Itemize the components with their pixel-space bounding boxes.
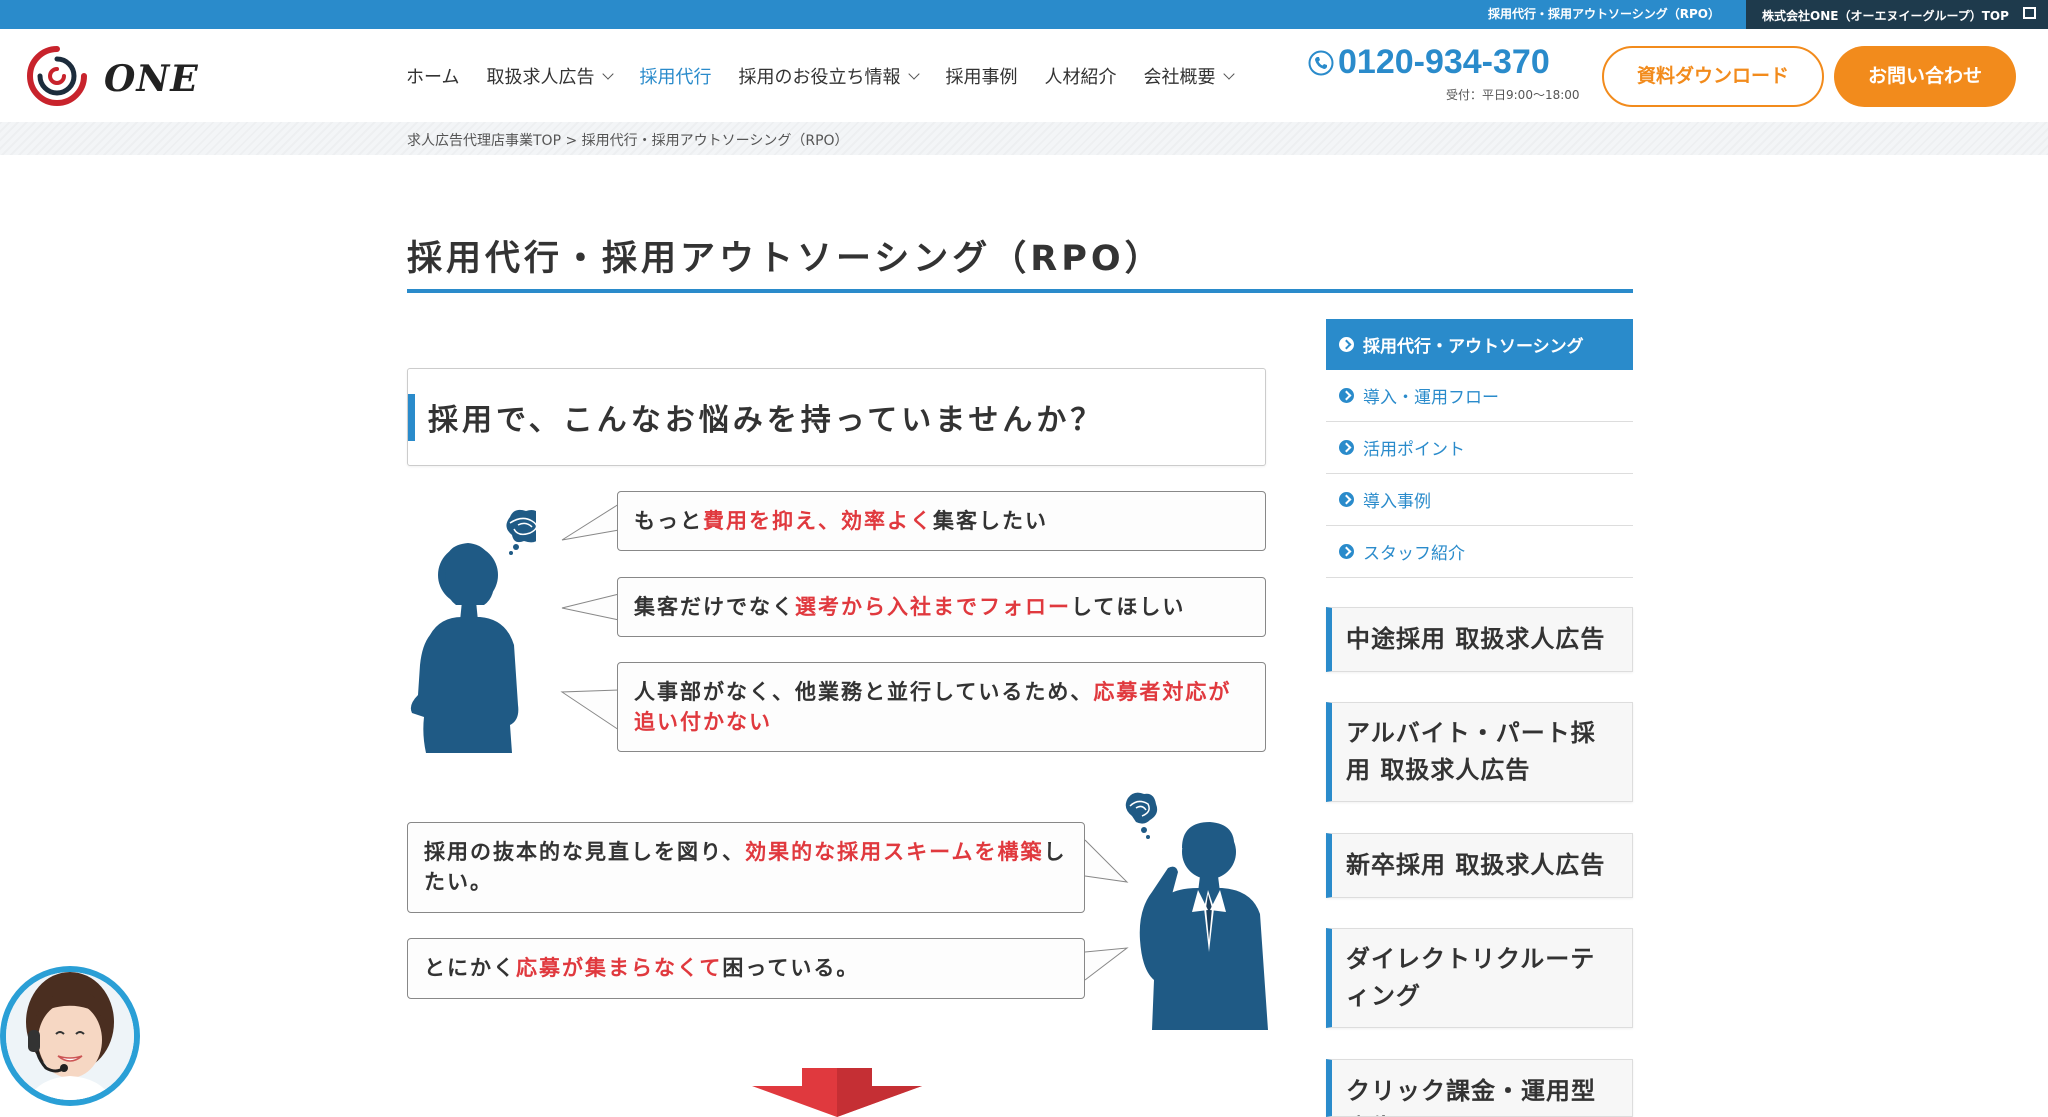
chevron-down-icon <box>1223 68 1236 80</box>
phone-number: 0120-934-370 <box>1338 43 1550 81</box>
operator-avatar[interactable] <box>0 956 140 1117</box>
nav-item-home[interactable]: ホーム <box>406 63 459 89</box>
corporate-top-label: 株式会社ONE（オーエヌイーグループ）TOP <box>1762 9 2009 23</box>
bubble-text: とにかく <box>424 956 516 980</box>
sidebar-item-label: スタッフ紹介 <box>1363 544 1465 564</box>
download-materials-button[interactable]: 資料ダウンロード <box>1602 46 1824 107</box>
worry-bubble-1: もっと費用を抑え、効率よく集客したい <box>617 491 1266 551</box>
sidebar-card-label: 中途採用 取扱求人広告 <box>1346 625 1606 653</box>
sidebar-nav: 採用代行・アウトソーシング 導入・運用フロー 活用ポイント 導入事例 スタッフ紹… <box>1326 319 1633 578</box>
nav-item-rpo[interactable]: 採用代行 <box>639 63 711 89</box>
title-underline <box>407 289 1633 293</box>
chevron-circle-icon <box>1339 337 1354 352</box>
chevron-circle-icon <box>1339 492 1354 507</box>
phone-contact[interactable]: 0120-934-370 受付：平日9:00〜18:00 <box>1308 43 1580 102</box>
businessman-silhouette-icon <box>1125 792 1268 1030</box>
sidebar-item-label: 導入・運用フロー <box>1363 388 1499 408</box>
site-logo[interactable]: ONE <box>24 43 224 107</box>
sidebar-item-label: 導入事例 <box>1363 492 1431 512</box>
bubble-text: もっと <box>634 509 703 533</box>
worry-bubble-3: 人事部がなく、他業務と並行しているため、応募者対応が追い付かない <box>617 662 1266 752</box>
nav-item-useful-info[interactable]: 採用のお役立ち情報 <box>738 63 921 89</box>
main-nav: ホーム 取扱求人広告 採用代行 採用のお役立ち情報 採用事例 人材紹介 会社概要 <box>406 63 1260 89</box>
sidebar-card-label: ダイレクトリクルーティング <box>1346 945 1596 1010</box>
bubble-tail <box>1084 839 1129 883</box>
external-link-icon <box>2023 7 2036 19</box>
chevron-circle-icon <box>1339 440 1354 455</box>
chevron-down-icon <box>908 68 921 80</box>
chevron-circle-icon <box>1339 544 1354 559</box>
contact-button[interactable]: お問い合わせ <box>1834 46 2016 107</box>
worries-heading: 採用で、こんなお悩みを持っていませんか？ <box>428 403 1105 438</box>
rpo-top-link[interactable]: 採用代行・採用アウトソーシング（RPO） <box>1488 5 1720 22</box>
sidebar-card-ppc-ads[interactable]: クリック課金・運用型広告 <box>1326 1059 1633 1117</box>
nav-item-cases[interactable]: 採用事例 <box>945 63 1017 89</box>
down-arrow-icon <box>752 1068 922 1117</box>
bubble-highlight: 費用を抑え、効率よく <box>703 509 933 533</box>
top-bar: 採用代行・採用アウトソーシング（RPO） 株式会社ONE（オーエヌイーグループ）… <box>0 0 2048 29</box>
nav-label: 採用のお役立ち情報 <box>738 67 901 88</box>
nav-label: 採用代行 <box>639 67 712 88</box>
sidebar-item-staff[interactable]: スタッフ紹介 <box>1326 526 1633 578</box>
nav-label: 人材紹介 <box>1044 67 1117 88</box>
bubble-tail <box>560 689 620 731</box>
nav-label: 取扱求人広告 <box>486 67 595 88</box>
sidebar-card-parttime[interactable]: アルバイト・パート採用 取扱求人広告 <box>1326 702 1633 802</box>
sidebar-item-cases[interactable]: 導入事例 <box>1326 474 1633 526</box>
phone-hours: 受付：平日9:00〜18:00 <box>1446 88 1580 102</box>
bubble-text: 困っている。 <box>722 956 860 980</box>
woman-silhouette-icon <box>410 509 536 753</box>
logo-swirl-icon <box>27 46 87 106</box>
sidebar-card-label: 新卒採用 取扱求人広告 <box>1346 851 1606 879</box>
sidebar-card-label: クリック課金・運用型広告 <box>1346 1077 1596 1116</box>
phone-icon <box>1308 50 1334 75</box>
bubble-text: 集客だけでなく <box>634 595 795 619</box>
breadcrumb: 求人広告代理店事業TOP > 採用代行・採用アウトソーシング（RPO） <box>0 122 2048 155</box>
bubble-tail <box>1084 947 1129 981</box>
chevron-circle-icon <box>1339 388 1354 403</box>
sidebar-item-points[interactable]: 活用ポイント <box>1326 422 1633 474</box>
sidebar-item-label: 活用ポイント <box>1363 440 1465 460</box>
sidebar-card-direct-recruiting[interactable]: ダイレクトリクルーティング <box>1326 928 1633 1028</box>
sidebar-item-rpo[interactable]: 採用代行・アウトソーシング <box>1326 319 1633 370</box>
page-title: 採用代行・採用アウトソーシング（RPO） <box>407 239 1164 279</box>
bubble-highlight: 応募が集まらなくて <box>516 956 723 980</box>
bubble-tail <box>561 503 620 541</box>
sidebar-card-newgrad[interactable]: 新卒採用 取扱求人広告 <box>1326 833 1633 898</box>
nav-label: ホーム <box>406 67 460 88</box>
bubble-text: 採用の抜本的な見直しを図り、 <box>424 840 746 864</box>
corporate-top-link[interactable]: 株式会社ONE（オーエヌイーグループ）TOP <box>1746 0 2048 29</box>
sidebar-item-label: 採用代行・アウトソーシング <box>1363 337 1584 357</box>
worry-bubble-4: 採用の抜本的な見直しを図り、効果的な採用スキームを構築したい。 <box>407 822 1085 913</box>
bubble-highlight: 効果的な採用スキームを構築 <box>745 840 1044 864</box>
worries-heading-box: 採用で、こんなお悩みを持っていませんか？ <box>407 368 1266 466</box>
bubble-text: してほしい <box>1071 595 1186 619</box>
nav-label: 採用事例 <box>945 67 1018 88</box>
nav-item-company[interactable]: 会社概要 <box>1143 63 1236 89</box>
heading-accent-bar <box>408 394 415 441</box>
chevron-down-icon <box>602 68 615 80</box>
logo-text: ONE <box>104 58 199 100</box>
bubble-text: 集客したい <box>933 509 1048 533</box>
bubble-text: 人事部がなく、他業務と並行しているため、 <box>634 680 1094 704</box>
site-header: ONE ホーム 取扱求人広告 採用代行 採用のお役立ち情報 採用事例 人材紹介 … <box>0 29 2048 122</box>
sidebar-card-midcareer[interactable]: 中途採用 取扱求人広告 <box>1326 607 1633 672</box>
bubble-highlight: 選考から入社までフォロー <box>795 595 1071 619</box>
bubble-tail <box>561 593 620 621</box>
worry-bubble-5: とにかく応募が集まらなくて困っている。 <box>407 938 1085 999</box>
worry-bubble-2: 集客だけでなく選考から入社までフォローしてほしい <box>617 577 1266 637</box>
nav-item-job-ads[interactable]: 取扱求人広告 <box>486 63 615 89</box>
nav-label: 会社概要 <box>1143 67 1216 88</box>
sidebar-card-label: アルバイト・パート採用 取扱求人広告 <box>1346 719 1596 784</box>
sidebar-item-flow[interactable]: 導入・運用フロー <box>1326 370 1633 422</box>
nav-item-placement[interactable]: 人材紹介 <box>1044 63 1116 89</box>
breadcrumb-text[interactable]: 求人広告代理店事業TOP > 採用代行・採用アウトソーシング（RPO） <box>407 130 849 150</box>
